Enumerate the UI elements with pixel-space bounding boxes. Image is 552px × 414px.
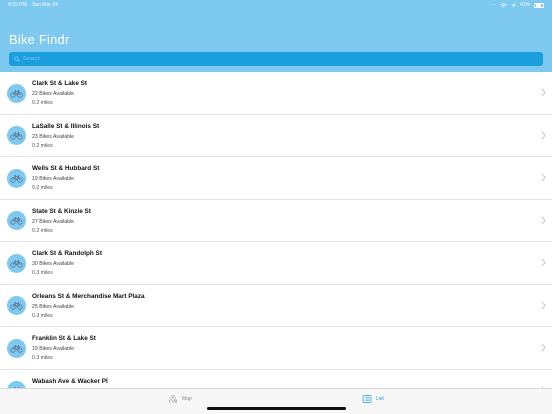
- station-distance: 0.3 miles: [32, 270, 53, 276]
- chevron-right-icon: [541, 131, 546, 139]
- station-name: Orleans St & Merchandise Mart Plaza: [32, 292, 145, 300]
- status-time: 9:15 PM: [8, 2, 27, 8]
- station-row[interactable]: Clark St & Randolph St 30 Bikes Available…: [0, 242, 552, 285]
- bicycle-icon: [10, 174, 23, 183]
- signal-dots-icon: ···: [490, 2, 496, 8]
- tab-list[interactable]: List: [362, 394, 384, 404]
- chevron-right-icon: [541, 88, 546, 97]
- station-avatar: [7, 381, 26, 388]
- station-row[interactable]: LaSalle St & Illinois St 23 Bikes Availab…: [0, 115, 552, 157]
- chevron-right-icon: [541, 258, 546, 267]
- bicycle-icon: [10, 302, 23, 310]
- station-avatar: [7, 168, 26, 188]
- search-icon: [14, 56, 20, 62]
- chevron-right-icon: [541, 173, 546, 182]
- station-avatar: [7, 253, 26, 273]
- station-row[interactable]: State St & Kinzie St 27 Bikes Available 0.…: [0, 200, 552, 242]
- station-distance: 0.2 miles: [32, 185, 53, 191]
- station-row[interactable]: Franklin St & Lake St 19 Bikes Available 0…: [0, 327, 552, 370]
- header: 9:15 PM Sun Mar 24 ··· 41% Bike Findr: [0, 0, 552, 72]
- tab-map[interactable]: Map: [168, 394, 192, 404]
- station-row[interactable]: Wells St & Hubbard St 19 Bikes Available 0…: [0, 157, 552, 200]
- page-title: Bike Findr: [9, 32, 70, 47]
- station-name: Clark St & Lake St: [32, 80, 88, 87]
- bicycle-icon: [10, 259, 23, 268]
- home-indicator: [207, 407, 346, 410]
- station-list[interactable]: Clark St & Lake St 22 Bikes Available 0.2 …: [0, 72, 552, 388]
- station-avatar: [7, 126, 26, 145]
- station-bikes-available: 27 Bikes Available: [32, 218, 75, 225]
- bicycle-icon: [10, 217, 23, 225]
- battery-percent: 41%: [519, 2, 530, 8]
- station-name: Wabash Ave & Wacker Pl: [32, 377, 108, 385]
- bicycle-icon: [10, 132, 23, 140]
- battery-icon: [534, 2, 544, 8]
- station-name: State St & Kinzie St: [32, 207, 91, 215]
- map-icon: [168, 394, 178, 404]
- search-input[interactable]: [23, 56, 523, 62]
- list-icon: [362, 395, 372, 403]
- location-arrow-icon: [511, 3, 516, 7]
- station-bikes-available: 19 Bikes Available: [32, 346, 75, 352]
- status-right: ··· 41%: [491, 2, 544, 8]
- chevron-right-icon: [541, 343, 546, 352]
- station-row[interactable]: Wabash Ave & Wacker Pl: [0, 370, 552, 388]
- bicycle-icon: [10, 89, 23, 98]
- station-distance: 0.2 miles: [32, 100, 53, 106]
- station-bikes-available: 22 Bikes Available: [32, 91, 75, 97]
- station-name: Franklin St & Lake St: [32, 335, 96, 342]
- tab-map-label: Map: [182, 396, 192, 402]
- station-bikes-available: 30 Bikes Available: [32, 261, 75, 267]
- status-left: 9:15 PM Sun Mar 24: [8, 2, 62, 8]
- tab-bar: Map List: [0, 388, 552, 414]
- station-bikes-available: 19 Bikes Available: [32, 176, 75, 182]
- status-bar: 9:15 PM Sun Mar 24 ··· 41%: [0, 0, 552, 10]
- station-avatar: [7, 338, 26, 358]
- station-row[interactable]: Orleans St & Merchandise Mart Plaza 25 Bi…: [0, 285, 552, 327]
- station-distance: 0.2 miles: [32, 227, 53, 234]
- bike-findr-screen: 9:15 PM Sun Mar 24 ··· 41% Bike Findr Se…: [0, 0, 552, 414]
- tab-list-label: List: [376, 396, 384, 402]
- chevron-right-icon: [541, 301, 546, 309]
- bicycle-icon: [10, 344, 23, 353]
- wifi-icon: [500, 2, 507, 8]
- station-distance: 0.2 miles: [32, 142, 53, 149]
- station-bikes-available: 25 Bikes Available: [32, 303, 75, 310]
- station-distance: 0.3 miles: [32, 355, 53, 361]
- station-avatar: [7, 296, 26, 315]
- station-name: Clark St & Randolph St: [32, 250, 102, 257]
- station-distance: 0.3 miles: [32, 312, 53, 319]
- search-bar[interactable]: [9, 52, 543, 66]
- station-bikes-available: 23 Bikes Available: [32, 133, 75, 140]
- station-name: LaSalle St & Illinois St: [32, 122, 100, 130]
- station-row[interactable]: Clark St & Lake St 22 Bikes Available 0.2 …: [0, 72, 552, 115]
- station-avatar: [7, 211, 26, 230]
- station-name: Wells St & Hubbard St: [32, 165, 100, 172]
- station-avatar: [7, 83, 26, 103]
- chevron-right-icon: [541, 216, 546, 224]
- status-date: Sun Mar 24: [32, 2, 58, 8]
